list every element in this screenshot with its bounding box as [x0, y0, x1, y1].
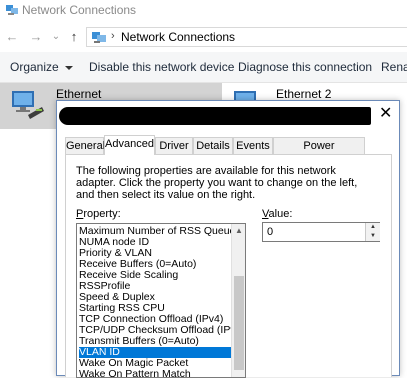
dropdown-arrow-icon	[64, 65, 73, 70]
network-folder-icon	[92, 32, 106, 43]
back-arrow-icon[interactable]: ←	[4, 29, 20, 45]
property-item[interactable]: RSSProfile	[79, 281, 231, 292]
value-label-text: alue:	[268, 208, 293, 220]
value-spinbox[interactable]: 0 ▲ ▼	[262, 222, 380, 242]
organize-label: Organize	[10, 60, 59, 74]
breadcrumb-network-connections[interactable]: Network Connections	[121, 30, 235, 44]
tab-power-management[interactable]: Power Management	[273, 137, 365, 168]
redacted-title-bar	[59, 107, 371, 125]
property-item[interactable]: TCP Connection Offload (IPv4)	[79, 314, 231, 325]
connection-name-ethernet: Ethernet	[56, 87, 102, 101]
tab-general[interactable]: General	[65, 137, 105, 154]
network-adapter-icon	[12, 91, 44, 119]
property-label: Property:	[76, 208, 121, 220]
value-input[interactable]: 0	[267, 226, 273, 238]
property-item[interactable]: NUMA node ID	[79, 237, 231, 248]
breadcrumb-chevron-icon[interactable]: ›	[111, 30, 115, 42]
property-item[interactable]: Starting RSS CPU	[79, 303, 231, 314]
address-box[interactable]: › Network Connections	[86, 27, 407, 47]
up-arrow-icon[interactable]: ↑	[66, 29, 82, 45]
window-titlebar: Network Connections	[0, 0, 407, 24]
property-listbox[interactable]: Maximum Number of RSS Queues NUMA node I…	[76, 223, 246, 378]
rename-connection-button[interactable]: Rena	[381, 60, 407, 74]
property-item[interactable]: Wake On Magic Packet	[79, 358, 231, 369]
property-item[interactable]: Priority & VLAN	[79, 248, 231, 259]
property-label-text: roperty:	[83, 208, 121, 220]
property-item[interactable]: Speed & Duplex	[79, 292, 231, 303]
property-item-selected[interactable]: VLAN ID	[79, 347, 231, 358]
property-item[interactable]: Receive Side Scaling	[79, 270, 231, 281]
tab-driver[interactable]: Driver	[155, 137, 193, 154]
tab-details[interactable]: Details	[193, 137, 233, 154]
address-bar-row: ← → ⌄ ↑ › Network Connections	[0, 24, 407, 52]
window-title: Network Connections	[22, 3, 137, 17]
property-item[interactable]: Maximum Number of RSS Queues	[79, 226, 231, 237]
advanced-tab-panel: The following properties are available f…	[65, 154, 392, 378]
property-item[interactable]: Wake On Pattern Match	[79, 369, 231, 377]
disable-device-button[interactable]: Disable this network device	[89, 60, 234, 74]
property-item[interactable]: TCP/UDP Checksum Offload (IPv4	[79, 325, 231, 336]
organize-button[interactable]: Organize	[10, 60, 73, 74]
tab-events[interactable]: Events	[233, 137, 273, 154]
close-icon[interactable]: ✕	[379, 105, 392, 123]
recent-locations-chevron-icon[interactable]: ⌄	[48, 29, 64, 45]
tab-advanced[interactable]: Advanced	[104, 135, 155, 155]
value-label: Value:	[262, 208, 292, 220]
diagnose-connection-button[interactable]: Diagnose this connection	[238, 60, 372, 74]
dialog-titlebar: ✕	[57, 101, 399, 131]
scrollbar-thumb[interactable]	[234, 276, 244, 370]
property-item[interactable]: Transmit Buffers (0=Auto)	[79, 336, 231, 347]
network-connections-icon	[6, 5, 18, 15]
property-item[interactable]: Receive Buffers (0=Auto)	[79, 259, 231, 270]
spin-down-arrow-icon[interactable]: ▼	[365, 232, 380, 241]
property-list-scrollbar[interactable]: ▲	[231, 224, 245, 377]
advanced-description: The following properties are available f…	[76, 165, 358, 201]
connection-name-ethernet-2[interactable]: Ethernet 2	[276, 87, 331, 101]
command-bar: Organize Disable this network device Dia…	[0, 52, 407, 83]
scroll-up-arrow-icon[interactable]: ▲	[232, 224, 245, 238]
adapter-properties-dialog: ✕ General Advanced Driver Details Events…	[56, 100, 400, 378]
forward-arrow-icon[interactable]: →	[28, 29, 44, 45]
